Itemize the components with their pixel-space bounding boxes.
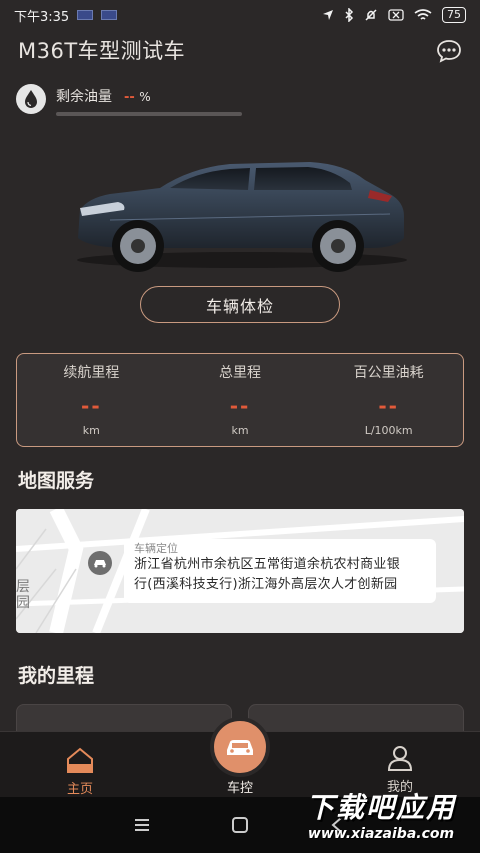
- nav-home-label: 主页: [66, 782, 93, 797]
- fuel-drop-icon: [16, 84, 46, 114]
- car-location-pin-icon: [88, 551, 112, 575]
- fuel-unit: %: [139, 90, 151, 104]
- stats-card: 续航里程 -- km 总里程 -- km 百公里油耗 -- L/100km: [16, 353, 464, 447]
- header: M36T车型测试车: [18, 34, 462, 66]
- fuel-level-row: 剩余油量 -- %: [16, 84, 266, 118]
- home-icon: [67, 747, 93, 773]
- home-button-icon[interactable]: [231, 816, 249, 834]
- status-bar: 下午3:35 75: [0, 0, 480, 30]
- page-title: M36T车型测试车: [18, 39, 186, 63]
- menu-icon[interactable]: [133, 817, 151, 833]
- status-right: 75: [322, 7, 466, 23]
- mute-icon: [365, 9, 377, 21]
- location-icon: [323, 10, 333, 20]
- stat-range: 续航里程 -- km: [17, 354, 166, 446]
- fuel-text: 剩余油量 -- %: [56, 84, 242, 116]
- status-time: 下午3:35: [14, 9, 70, 25]
- bluetooth-icon: [345, 8, 354, 22]
- fuel-progress-bar: [56, 112, 242, 116]
- stat-unit: L/100km: [364, 424, 413, 437]
- mileage-section-title: 我的里程: [18, 665, 95, 687]
- nav-car-control-label: 车控: [226, 781, 253, 796]
- map-side-text: 层 园: [16, 579, 30, 611]
- stat-unit: km: [231, 424, 249, 437]
- map-section-title: 地图服务: [18, 470, 95, 492]
- message-icon[interactable]: [436, 39, 462, 63]
- stat-label: 续航里程: [63, 365, 120, 381]
- watermark: 下载吧应用 www.xiazaiba.com: [286, 784, 476, 844]
- fuel-label-line: 剩余油量 -- %: [56, 86, 242, 106]
- nav-home[interactable]: 主页: [20, 732, 140, 798]
- location-tag-label: 车辆定位: [134, 542, 178, 555]
- stat-unit: km: [82, 424, 100, 437]
- vehicle-check-button[interactable]: 车辆体检: [140, 286, 340, 323]
- stat-value: --: [81, 394, 102, 418]
- stat-fuel-consumption: 百公里油耗 -- L/100km: [314, 354, 463, 446]
- location-address: 浙江省杭州市余杭区五常街道余杭农村商业银 行(西溪科技支行)浙江海外高层次人才创…: [134, 557, 401, 592]
- sim-icon: [388, 9, 404, 21]
- car-control-icon: [227, 740, 253, 755]
- notification-icon: [77, 10, 94, 20]
- fuel-value: --: [124, 90, 135, 105]
- map-card[interactable]: 层 园 车辆定位 浙江省杭州市余杭区五常街道余杭农村商业银 行(西溪科技支行)浙…: [16, 509, 464, 633]
- fuel-label: 剩余油量: [56, 89, 112, 105]
- nav-car-control-button[interactable]: [210, 717, 270, 777]
- stat-value: --: [378, 394, 399, 418]
- battery-indicator: 75: [442, 7, 466, 23]
- notification-icon: [101, 10, 118, 20]
- watermark-main: 下载吧应用: [305, 791, 456, 824]
- stat-label: 百公里油耗: [353, 365, 424, 381]
- stat-total-mileage: 总里程 -- km: [166, 354, 315, 446]
- wifi-icon: [414, 8, 432, 20]
- stat-label: 总里程: [219, 365, 261, 381]
- location-tag: 车辆定位 浙江省杭州市余杭区五常街道余杭农村商业银 行(西溪科技支行)浙江海外高…: [124, 539, 436, 603]
- stat-value: --: [229, 394, 251, 418]
- watermark-url: www.xiazaiba.com: [307, 826, 455, 842]
- status-left: 下午3:35: [14, 6, 118, 25]
- user-icon: [387, 746, 413, 771]
- car-image: [70, 150, 410, 275]
